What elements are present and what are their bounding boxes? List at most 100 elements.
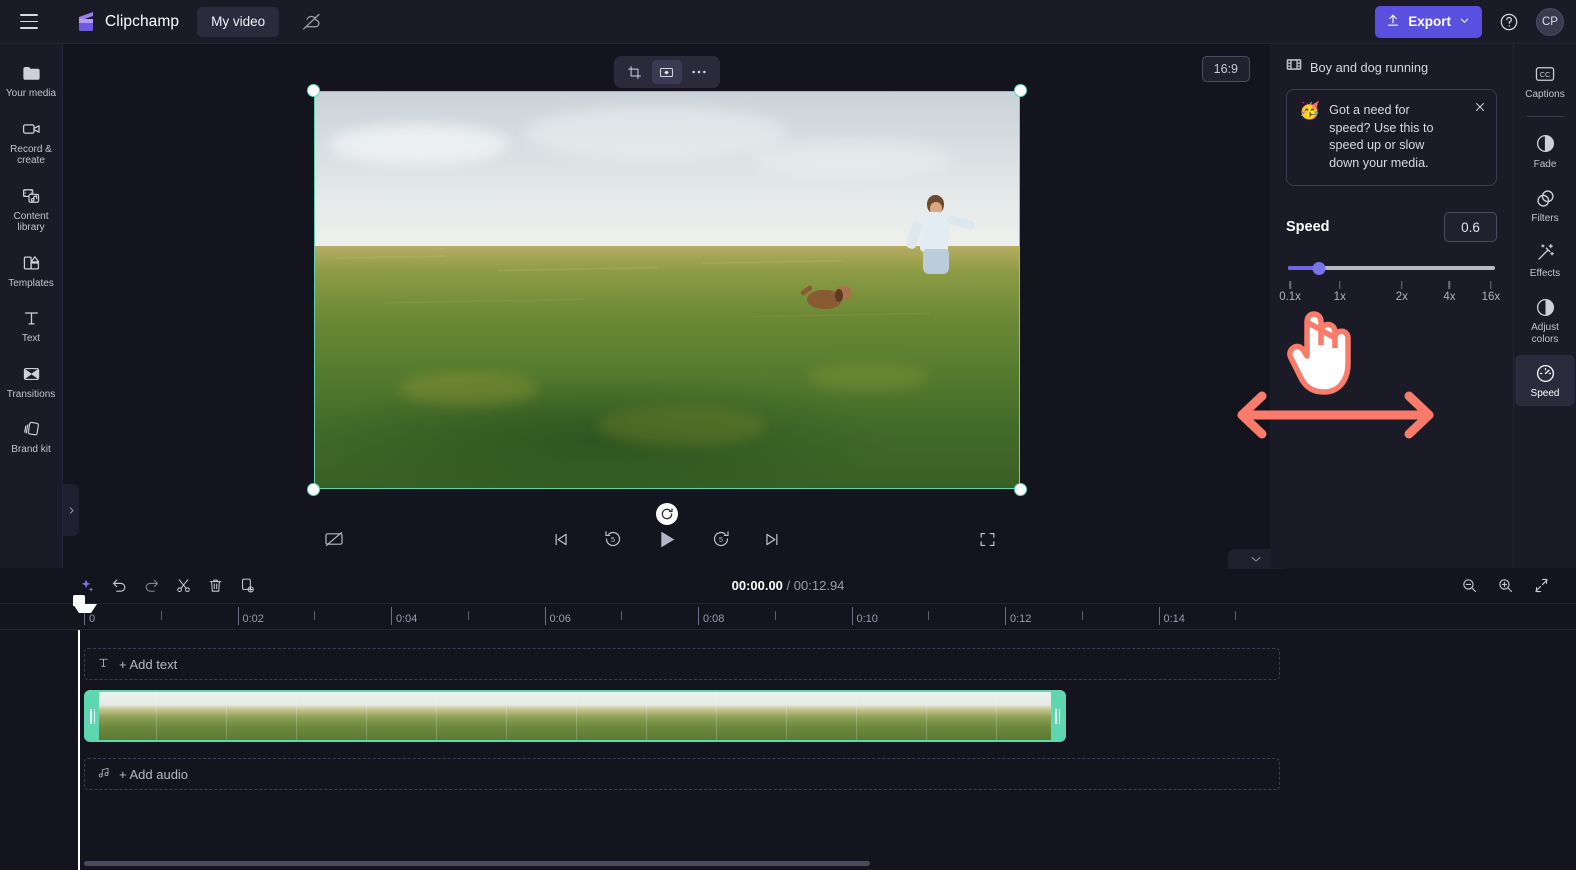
timeline-video-clip[interactable] xyxy=(84,690,1066,742)
sidebar-item-record-create[interactable]: Record & create xyxy=(1,110,61,174)
avatar[interactable]: CP xyxy=(1536,7,1564,36)
duplicate-icon[interactable] xyxy=(234,573,260,599)
preview-dog-ear xyxy=(835,289,843,302)
clip-trim-handle-left[interactable] xyxy=(86,692,99,740)
sidebar-item-content-library[interactable]: Content library xyxy=(1,177,61,241)
speed-label: Speed xyxy=(1286,219,1330,235)
right-sidebar: CC Captions Fade Filters Effects Adjust … xyxy=(1513,44,1576,568)
close-icon[interactable] xyxy=(1471,98,1488,115)
left-panel-expander[interactable] xyxy=(63,484,79,536)
slider-thumb[interactable] xyxy=(1312,262,1326,275)
aspect-ratio-value: 16:9 xyxy=(1213,62,1238,76)
timeline-horizontal-scrollbar[interactable] xyxy=(84,861,870,866)
crop-icon[interactable] xyxy=(620,60,650,84)
fit-to-frame-icon[interactable] xyxy=(651,60,682,84)
timeline-zoom-controls xyxy=(1456,573,1576,599)
undo-icon[interactable] xyxy=(106,573,132,599)
add-text-track[interactable]: + Add text xyxy=(84,648,1280,680)
aspect-ratio-badge[interactable]: 16:9 xyxy=(1201,56,1250,82)
ruler-minor-tick xyxy=(467,611,469,620)
slider-tick-label: 1x xyxy=(1333,291,1346,303)
fullscreen-icon[interactable] xyxy=(972,524,1002,554)
timeline: 00:00.00 / 00:12.94 0 0:02 0:04 0:06 0:0… xyxy=(0,549,1576,870)
ruler-label: 0:06 xyxy=(549,613,571,625)
sidebar-item-effects[interactable]: Effects xyxy=(1515,235,1575,286)
slider-tick xyxy=(1490,281,1492,289)
sidebar-item-fade[interactable]: Fade xyxy=(1515,126,1575,177)
svg-text:5: 5 xyxy=(611,536,615,544)
ruler-minor-tick xyxy=(774,611,776,620)
cloud-off-icon[interactable] xyxy=(297,8,325,36)
sidebar-item-filters[interactable]: Filters xyxy=(1515,180,1575,231)
clip-floating-toolbar xyxy=(613,56,720,88)
resize-handle-bottom-left[interactable] xyxy=(308,484,319,495)
redo-icon[interactable] xyxy=(138,573,164,599)
folder-icon xyxy=(20,62,43,84)
timeline-tracks: + Add text + Add audio xyxy=(0,595,1576,870)
speed-input[interactable]: 0.6 xyxy=(1444,212,1497,242)
speed-control-row: Speed 0.6 xyxy=(1286,212,1497,242)
trash-icon[interactable] xyxy=(202,573,228,599)
resize-handle-bottom-right[interactable] xyxy=(1015,484,1026,495)
speed-slider[interactable] xyxy=(1288,261,1495,275)
sidebar-label: Fade xyxy=(1533,158,1557,170)
resize-handle-top-right[interactable] xyxy=(1015,85,1026,96)
sidebar-item-transitions[interactable]: Transitions xyxy=(1,355,61,408)
fit-timeline-icon[interactable] xyxy=(1528,573,1554,599)
brand-logo-link[interactable]: Clipchamp xyxy=(76,11,179,32)
video-selection-frame[interactable] xyxy=(308,85,1026,525)
video-preview[interactable] xyxy=(314,91,1020,489)
sidebar-item-your-media[interactable]: Your media xyxy=(1,54,61,107)
zoom-in-icon[interactable] xyxy=(1492,573,1518,599)
sidebar-item-speed[interactable]: Speed xyxy=(1515,355,1575,406)
left-sidebar: Your media Record & create Content libra… xyxy=(0,44,63,568)
skip-to-start-icon[interactable] xyxy=(546,524,576,554)
more-options-icon[interactable] xyxy=(684,60,714,84)
ruler-tick xyxy=(544,607,546,625)
sidebar-item-brand-kit[interactable]: Brand kit xyxy=(1,410,61,463)
rewind-5s-icon[interactable]: 5 xyxy=(598,524,628,554)
forward-5s-icon[interactable]: 5 xyxy=(706,524,736,554)
export-button[interactable]: Export xyxy=(1375,5,1482,38)
project-tab[interactable]: My video xyxy=(197,6,280,37)
speedometer-icon xyxy=(1535,362,1556,384)
ruler-label: 0:02 xyxy=(242,613,264,625)
hamburger-icon[interactable] xyxy=(12,5,46,39)
sidebar-item-captions[interactable]: CC Captions xyxy=(1515,56,1575,107)
library-icon xyxy=(20,185,43,207)
timeline-ruler[interactable]: 0 0:02 0:04 0:06 0:08 0:10 0:12 0:14 xyxy=(0,604,1576,630)
captions-off-icon[interactable] xyxy=(319,524,349,554)
ruler-tick xyxy=(237,607,239,625)
preview-area: 16:9 5 5 xyxy=(63,44,1270,568)
ruler-tick xyxy=(1005,607,1006,625)
slider-tick-label: 0.1x xyxy=(1279,291,1301,303)
timeline-toolbar-buttons xyxy=(0,573,260,599)
property-panel-header: Boy and dog running xyxy=(1286,58,1497,76)
ruler-minor-tick xyxy=(928,611,930,620)
slider-tick xyxy=(1339,281,1341,289)
ruler-minor-tick xyxy=(1235,611,1237,620)
closed-captions-icon: CC xyxy=(1534,63,1556,85)
film-strip-icon xyxy=(1286,58,1302,76)
resize-handle-top-left[interactable] xyxy=(308,85,319,96)
sidebar-item-templates[interactable]: Templates xyxy=(1,244,61,297)
sidebar-label: Captions xyxy=(1525,89,1565,100)
skip-to-end-icon[interactable] xyxy=(758,524,788,554)
ruler-minor-tick xyxy=(160,611,162,620)
sidebar-label: Text xyxy=(21,333,41,344)
sidebar-item-adjust-colors[interactable]: Adjust colors xyxy=(1515,289,1575,351)
sidebar-item-text[interactable]: Text xyxy=(1,299,61,352)
zoom-out-icon[interactable] xyxy=(1456,573,1482,599)
scissors-icon[interactable] xyxy=(170,573,196,599)
help-circle-icon[interactable] xyxy=(1494,7,1524,37)
play-icon[interactable] xyxy=(650,522,684,556)
add-audio-track[interactable]: + Add audio xyxy=(84,758,1280,790)
add-audio-label: + Add audio xyxy=(119,766,189,782)
brand-name: Clipchamp xyxy=(105,12,180,30)
slider-tick xyxy=(1448,281,1451,289)
sidebar-label: Brand kit xyxy=(11,444,51,455)
effects-wand-icon xyxy=(1535,242,1556,264)
clip-trim-handle-right[interactable] xyxy=(1051,692,1064,740)
timeline-playhead[interactable] xyxy=(73,595,97,870)
brand-kit-icon xyxy=(20,418,43,440)
